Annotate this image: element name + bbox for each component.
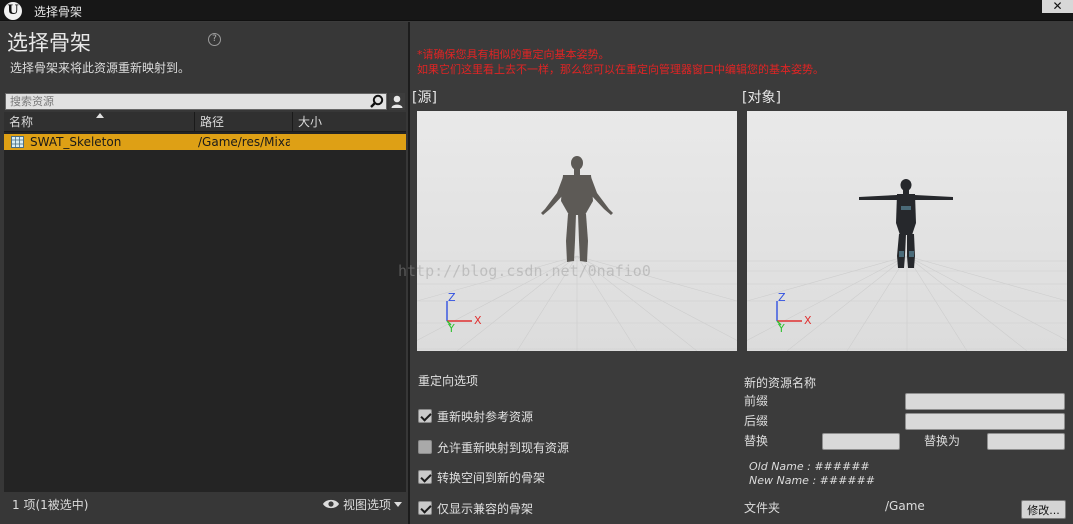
axis-y-label: Y: [447, 322, 455, 335]
checkbox-label: 允许重新映射到现有资源: [437, 441, 570, 455]
suffix-input[interactable]: [905, 413, 1065, 430]
checkbox-label: 重新映射参考资源: [437, 410, 534, 424]
replace-with-label: 替换为: [924, 434, 961, 448]
asset-list: 名称 路径 大小 SWAT_Skeleton /Game/res/Mixamo: [4, 112, 406, 492]
new-asset-name-title: 新的资源名称: [744, 376, 817, 390]
retarget-panel: *请确保您具有相似的重定向基本姿势。 如果它们这里看上去不一样，那么您可以在重定…: [410, 22, 1073, 524]
axis-y-label: Y: [777, 322, 785, 335]
list-item[interactable]: SWAT_Skeleton /Game/res/Mixamo: [4, 134, 406, 150]
view-options-label: 视图选项: [343, 498, 392, 512]
checkbox-box[interactable]: [418, 470, 432, 484]
column-header-path[interactable]: 路径: [194, 112, 292, 132]
axis-x-label: X: [804, 314, 812, 327]
list-item-path: /Game/res/Mixamo: [198, 135, 290, 149]
checkbox-box[interactable]: [418, 409, 432, 423]
axis-x-label: X: [474, 314, 482, 327]
checkbox-box[interactable]: [418, 501, 432, 515]
title-bar: U 选择骨架 ✕: [0, 0, 1073, 21]
warning-text-line2: 如果它们这里看上去不一样，那么您可以在重定向管理器窗口中编辑您的基本姿势。: [417, 63, 824, 76]
target-preview-viewport[interactable]: Z X Y: [747, 111, 1067, 351]
column-header-size[interactable]: 大小: [292, 112, 406, 132]
search-input[interactable]: [6, 94, 368, 109]
replace-input[interactable]: [822, 433, 900, 450]
list-item-name: SWAT_Skeleton: [30, 135, 122, 149]
prefix-label: 前缀: [744, 394, 769, 408]
prefix-input[interactable]: [905, 393, 1065, 410]
replace-with-input[interactable]: [987, 433, 1065, 450]
window-title: 选择骨架: [34, 5, 83, 19]
selection-status: 1 项(1被选中): [12, 498, 89, 512]
page-title: 选择骨架: [7, 31, 91, 55]
checkbox-label: 仅显示兼容的骨架: [437, 502, 534, 516]
user-filter-icon[interactable]: [389, 93, 405, 110]
help-icon[interactable]: ?: [208, 33, 221, 46]
sort-ascending-icon: [96, 113, 104, 118]
retarget-options-title: 重定向选项: [418, 374, 479, 388]
list-header: 名称 路径 大小: [4, 112, 406, 132]
chevron-down-icon: [394, 502, 402, 507]
source-preview-viewport[interactable]: Z X Y: [417, 111, 737, 351]
search-icon[interactable]: [369, 94, 385, 109]
eye-icon: [323, 499, 339, 509]
source-viewport-label: [源]: [412, 90, 437, 106]
folder-label: 文件夹: [744, 501, 781, 515]
axis-z-label: Z: [778, 291, 786, 304]
change-folder-button[interactable]: 修改...: [1021, 500, 1066, 519]
skeleton-picker-panel: 选择骨架 ? 选择骨架来将此资源重新映射到。 名称 路径 大小: [0, 22, 408, 524]
new-name-preview: New Name : ######: [749, 474, 875, 487]
unreal-logo-icon: U: [4, 2, 22, 20]
checkbox-box[interactable]: [418, 440, 432, 454]
warning-text-line1: *请确保您具有相似的重定向基本姿势。: [417, 48, 610, 61]
old-name-preview: Old Name : ######: [749, 460, 870, 473]
checkbox-label: 转换空间到新的骨架: [437, 471, 546, 485]
axis-z-label: Z: [448, 291, 456, 304]
folder-path: /Game: [885, 499, 925, 513]
target-viewport-label: [对象]: [742, 90, 781, 106]
close-button[interactable]: ✕: [1042, 0, 1073, 13]
suffix-label: 后缀: [744, 414, 769, 428]
page-subtitle: 选择骨架来将此资源重新映射到。: [10, 61, 191, 75]
replace-label: 替换: [744, 434, 769, 448]
search-box: [5, 93, 387, 110]
skeleton-asset-icon: [11, 136, 24, 148]
